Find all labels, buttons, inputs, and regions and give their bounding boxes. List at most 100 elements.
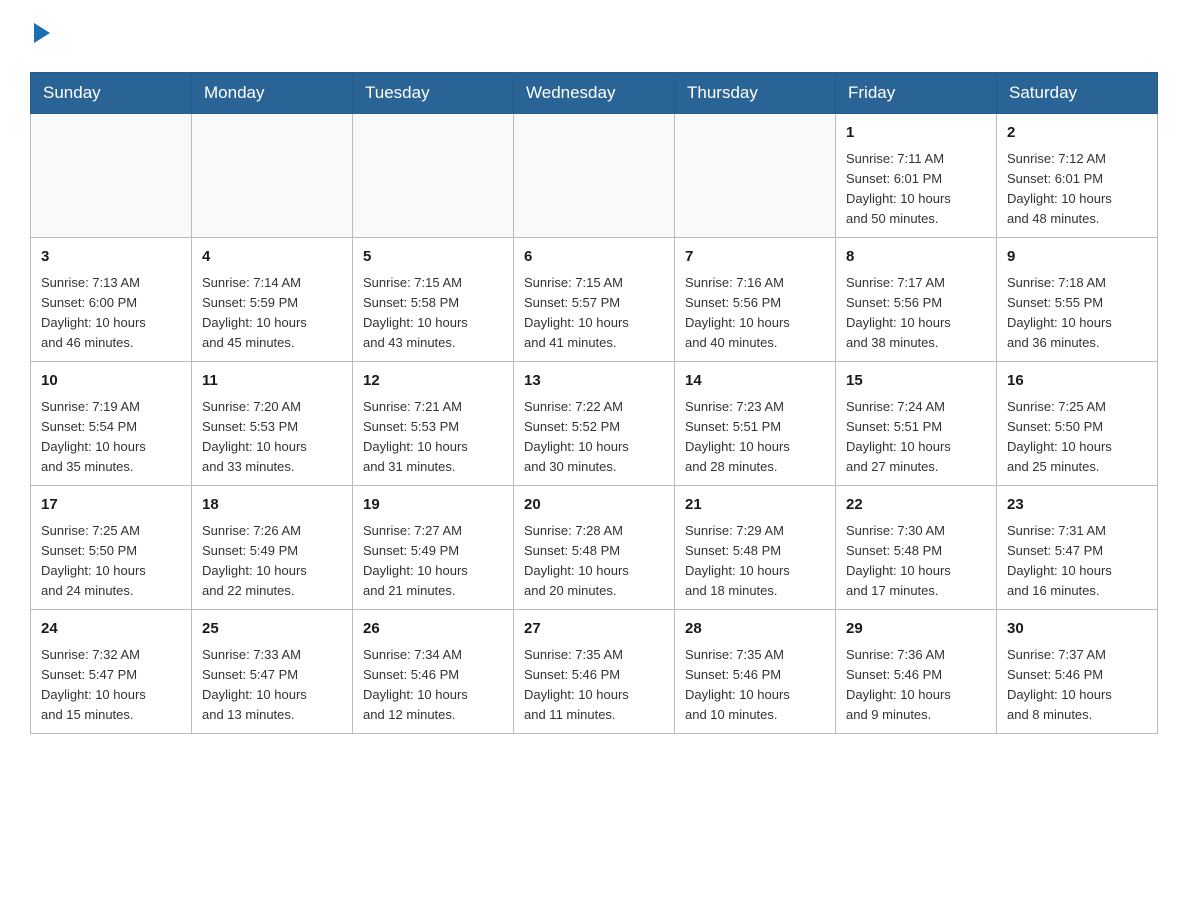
week-row-1: 3Sunrise: 7:13 AM Sunset: 6:00 PM Daylig…	[31, 238, 1158, 362]
day-info: Sunrise: 7:14 AM Sunset: 5:59 PM Dayligh…	[202, 273, 342, 354]
calendar-cell: 20 Sunrise: 7:28 AM Sunset: 5:48 PM Dayli…	[514, 486, 675, 610]
calendar-cell	[514, 114, 675, 238]
day-number: 2	[1007, 122, 1147, 145]
day-number: 13	[524, 370, 664, 393]
day-number: 30	[1007, 618, 1147, 641]
day-info: Sunrise: 7:32 AM Sunset: 5:47 PM Dayligh…	[41, 645, 181, 726]
weekday-header-friday: Friday	[836, 73, 997, 114]
day-number: 7	[685, 246, 825, 269]
weekday-header-saturday: Saturday	[997, 73, 1158, 114]
day-info: Sunrise: 7:35 AM Sunset: 5:46 PM Dayligh…	[685, 645, 825, 726]
weekday-header-tuesday: Tuesday	[353, 73, 514, 114]
calendar-cell: 25 Sunrise: 7:33 AM Sunset: 5:47 PM Dayli…	[192, 610, 353, 734]
day-info: Sunrise: 7:15 AM Sunset: 5:58 PM Dayligh…	[363, 273, 503, 354]
calendar-cell	[192, 114, 353, 238]
calendar-cell: 13 Sunrise: 7:22 AM Sunset: 5:52 PM Dayli…	[514, 362, 675, 486]
day-number: 20	[524, 494, 664, 517]
day-number: 18	[202, 494, 342, 517]
day-info: Sunrise: 7:26 AM Sunset: 5:49 PM Dayligh…	[202, 521, 342, 602]
day-info: Sunrise: 7:16 AM Sunset: 5:56 PM Dayligh…	[685, 273, 825, 354]
calendar-cell: 14Sunrise: 7:23 AM Sunset: 5:51 PM Dayli…	[675, 362, 836, 486]
day-number: 1	[846, 122, 986, 145]
week-row-0: 1 Sunrise: 7:11 AM Sunset: 6:01 PM Daylig…	[31, 114, 1158, 238]
weekday-header-thursday: Thursday	[675, 73, 836, 114]
day-number: 16	[1007, 370, 1147, 393]
day-info: Sunrise: 7:19 AM Sunset: 5:54 PM Dayligh…	[41, 397, 181, 478]
page-header	[30, 20, 1158, 52]
day-info: Sunrise: 7:22 AM Sunset: 5:52 PM Dayligh…	[524, 397, 664, 478]
logo-arrow-icon	[34, 23, 50, 43]
day-info: Sunrise: 7:36 AM Sunset: 5:46 PM Dayligh…	[846, 645, 986, 726]
calendar-cell	[353, 114, 514, 238]
calendar-table: SundayMondayTuesdayWednesdayThursdayFrid…	[30, 72, 1158, 734]
calendar-cell: 3Sunrise: 7:13 AM Sunset: 6:00 PM Daylig…	[31, 238, 192, 362]
day-info: Sunrise: 7:23 AM Sunset: 5:51 PM Dayligh…	[685, 397, 825, 478]
day-info: Sunrise: 7:21 AM Sunset: 5:53 PM Dayligh…	[363, 397, 503, 478]
week-row-2: 10 Sunrise: 7:19 AM Sunset: 5:54 PM Dayli…	[31, 362, 1158, 486]
day-number: 17	[41, 494, 181, 517]
calendar-cell: 10 Sunrise: 7:19 AM Sunset: 5:54 PM Dayli…	[31, 362, 192, 486]
day-number: 5	[363, 246, 503, 269]
day-info: Sunrise: 7:12 AM Sunset: 6:01 PM Dayligh…	[1007, 149, 1147, 230]
day-number: 12	[363, 370, 503, 393]
day-number: 22	[846, 494, 986, 517]
day-info: Sunrise: 7:11 AM Sunset: 6:01 PM Dayligh…	[846, 149, 986, 230]
calendar-cell: 6 Sunrise: 7:15 AM Sunset: 5:57 PM Daylig…	[514, 238, 675, 362]
day-number: 8	[846, 246, 986, 269]
day-number: 23	[1007, 494, 1147, 517]
day-number: 6	[524, 246, 664, 269]
day-number: 19	[363, 494, 503, 517]
day-info: Sunrise: 7:28 AM Sunset: 5:48 PM Dayligh…	[524, 521, 664, 602]
day-info: Sunrise: 7:31 AM Sunset: 5:47 PM Dayligh…	[1007, 521, 1147, 602]
calendar-cell: 9Sunrise: 7:18 AM Sunset: 5:55 PM Daylig…	[997, 238, 1158, 362]
day-info: Sunrise: 7:33 AM Sunset: 5:47 PM Dayligh…	[202, 645, 342, 726]
day-info: Sunrise: 7:35 AM Sunset: 5:46 PM Dayligh…	[524, 645, 664, 726]
calendar-cell: 17 Sunrise: 7:25 AM Sunset: 5:50 PM Dayli…	[31, 486, 192, 610]
logo	[30, 20, 50, 52]
logo-general-row	[30, 20, 50, 52]
calendar-cell: 16Sunrise: 7:25 AM Sunset: 5:50 PM Dayli…	[997, 362, 1158, 486]
day-number: 10	[41, 370, 181, 393]
calendar-cell: 18 Sunrise: 7:26 AM Sunset: 5:49 PM Dayli…	[192, 486, 353, 610]
calendar-cell	[675, 114, 836, 238]
day-info: Sunrise: 7:25 AM Sunset: 5:50 PM Dayligh…	[41, 521, 181, 602]
week-row-4: 24 Sunrise: 7:32 AM Sunset: 5:47 PM Dayli…	[31, 610, 1158, 734]
day-info: Sunrise: 7:30 AM Sunset: 5:48 PM Dayligh…	[846, 521, 986, 602]
calendar-cell: 19 Sunrise: 7:27 AM Sunset: 5:49 PM Dayli…	[353, 486, 514, 610]
calendar-cell: 28 Sunrise: 7:35 AM Sunset: 5:46 PM Dayli…	[675, 610, 836, 734]
calendar-cell: 23 Sunrise: 7:31 AM Sunset: 5:47 PM Dayli…	[997, 486, 1158, 610]
calendar-cell: 30 Sunrise: 7:37 AM Sunset: 5:46 PM Dayli…	[997, 610, 1158, 734]
calendar-cell	[31, 114, 192, 238]
day-number: 24	[41, 618, 181, 641]
day-number: 25	[202, 618, 342, 641]
day-info: Sunrise: 7:18 AM Sunset: 5:55 PM Dayligh…	[1007, 273, 1147, 354]
day-info: Sunrise: 7:27 AM Sunset: 5:49 PM Dayligh…	[363, 521, 503, 602]
calendar-cell: 22 Sunrise: 7:30 AM Sunset: 5:48 PM Dayli…	[836, 486, 997, 610]
weekday-header-monday: Monday	[192, 73, 353, 114]
weekday-header-sunday: Sunday	[31, 73, 192, 114]
day-info: Sunrise: 7:20 AM Sunset: 5:53 PM Dayligh…	[202, 397, 342, 478]
weekday-header-wednesday: Wednesday	[514, 73, 675, 114]
day-info: Sunrise: 7:17 AM Sunset: 5:56 PM Dayligh…	[846, 273, 986, 354]
day-info: Sunrise: 7:13 AM Sunset: 6:00 PM Dayligh…	[41, 273, 181, 354]
day-number: 4	[202, 246, 342, 269]
weekday-header-row: SundayMondayTuesdayWednesdayThursdayFrid…	[31, 73, 1158, 114]
calendar-cell: 21Sunrise: 7:29 AM Sunset: 5:48 PM Dayli…	[675, 486, 836, 610]
calendar-cell: 11 Sunrise: 7:20 AM Sunset: 5:53 PM Dayli…	[192, 362, 353, 486]
calendar-cell: 1 Sunrise: 7:11 AM Sunset: 6:01 PM Daylig…	[836, 114, 997, 238]
calendar-cell: 29Sunrise: 7:36 AM Sunset: 5:46 PM Dayli…	[836, 610, 997, 734]
day-info: Sunrise: 7:15 AM Sunset: 5:57 PM Dayligh…	[524, 273, 664, 354]
day-number: 11	[202, 370, 342, 393]
day-info: Sunrise: 7:24 AM Sunset: 5:51 PM Dayligh…	[846, 397, 986, 478]
calendar-cell: 5 Sunrise: 7:15 AM Sunset: 5:58 PM Daylig…	[353, 238, 514, 362]
calendar-cell: 12 Sunrise: 7:21 AM Sunset: 5:53 PM Dayli…	[353, 362, 514, 486]
day-info: Sunrise: 7:37 AM Sunset: 5:46 PM Dayligh…	[1007, 645, 1147, 726]
day-number: 27	[524, 618, 664, 641]
day-info: Sunrise: 7:34 AM Sunset: 5:46 PM Dayligh…	[363, 645, 503, 726]
day-number: 28	[685, 618, 825, 641]
calendar-cell: 8 Sunrise: 7:17 AM Sunset: 5:56 PM Daylig…	[836, 238, 997, 362]
calendar-cell: 7 Sunrise: 7:16 AM Sunset: 5:56 PM Daylig…	[675, 238, 836, 362]
week-row-3: 17 Sunrise: 7:25 AM Sunset: 5:50 PM Dayli…	[31, 486, 1158, 610]
day-number: 26	[363, 618, 503, 641]
calendar-cell: 2 Sunrise: 7:12 AM Sunset: 6:01 PM Daylig…	[997, 114, 1158, 238]
